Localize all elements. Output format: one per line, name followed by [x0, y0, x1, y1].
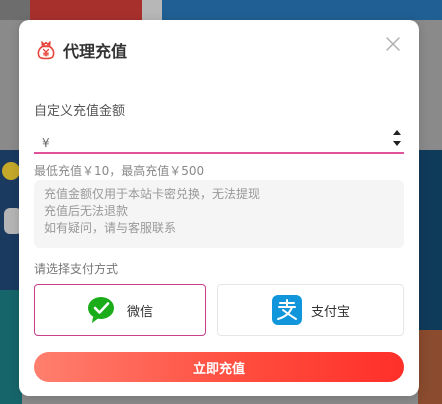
- alipay-icon: [271, 294, 303, 326]
- wechat-icon: [87, 294, 119, 326]
- dialog-header: 代理充值: [35, 38, 127, 62]
- money-bag-icon: [35, 39, 57, 61]
- payment-option-label: 支付宝: [310, 304, 350, 320]
- currency-symbol: ¥: [42, 136, 50, 150]
- close-icon: [386, 37, 400, 51]
- payment-option-wechat[interactable]: 微信: [34, 284, 206, 336]
- notice-line: 充值后无法退款: [44, 204, 129, 218]
- background-block: [418, 330, 442, 404]
- recharge-dialog: 代理充值 自定义充值金额 ¥ 最低充值￥10，最高充值￥500 充值金额仅用于本…: [19, 20, 419, 396]
- amount-stepper[interactable]: [392, 128, 402, 152]
- amount-label: 自定义充值金额: [34, 104, 126, 119]
- stepper-up-icon[interactable]: [393, 130, 401, 135]
- amount-field: ¥: [34, 124, 404, 154]
- amount-input[interactable]: [56, 130, 376, 152]
- background-block: [0, 0, 30, 20]
- notice-line: 如有疑问，请与客服联系: [44, 221, 177, 235]
- recharge-submit-button[interactable]: 立即充值: [34, 352, 404, 382]
- notice-line: 充值金额仅用于本站卡密兑换，无法提现: [44, 187, 261, 201]
- payment-option-alipay[interactable]: 支付宝: [217, 284, 404, 336]
- background-block: [30, 0, 142, 20]
- background-block: [142, 0, 162, 20]
- payment-option-label: 微信: [126, 304, 153, 320]
- stepper-down-icon[interactable]: [393, 141, 401, 146]
- payment-method-label: 请选择支付方式: [34, 262, 119, 276]
- close-button[interactable]: [385, 36, 401, 52]
- amount-range-hint: 最低充值￥10，最高充值￥500: [34, 164, 205, 178]
- background-dot: [2, 162, 20, 180]
- dialog-title: 代理充值: [63, 42, 128, 61]
- background-block: [162, 0, 442, 20]
- notice-box: 充值金额仅用于本站卡密兑换，无法提现 充值后无法退款 如有疑问，请与客服联系: [34, 180, 404, 248]
